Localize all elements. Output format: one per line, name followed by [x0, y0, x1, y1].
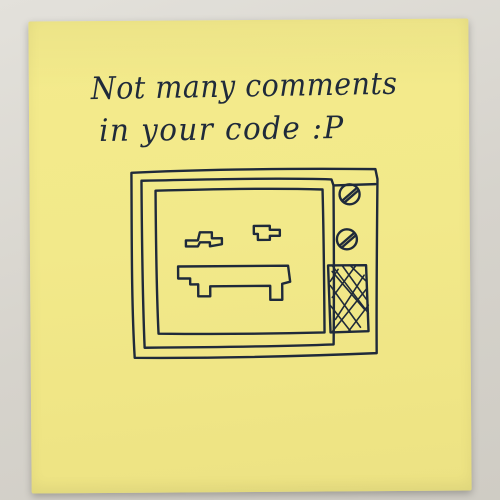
tv-outer-frame	[130, 167, 379, 360]
sticky-note: Not many comments in your code :P	[28, 18, 472, 494]
tv-screen	[154, 187, 326, 336]
face-eye-icon	[252, 224, 282, 242]
photo-scene: Not many comments in your code :P	[0, 0, 500, 500]
face-mouth-icon	[176, 264, 292, 302]
tv-drawing	[130, 167, 379, 360]
dial-icon	[338, 183, 361, 206]
face-eye-icon	[184, 231, 224, 248]
tv-bezel	[140, 177, 336, 349]
dial-icon	[335, 228, 359, 251]
